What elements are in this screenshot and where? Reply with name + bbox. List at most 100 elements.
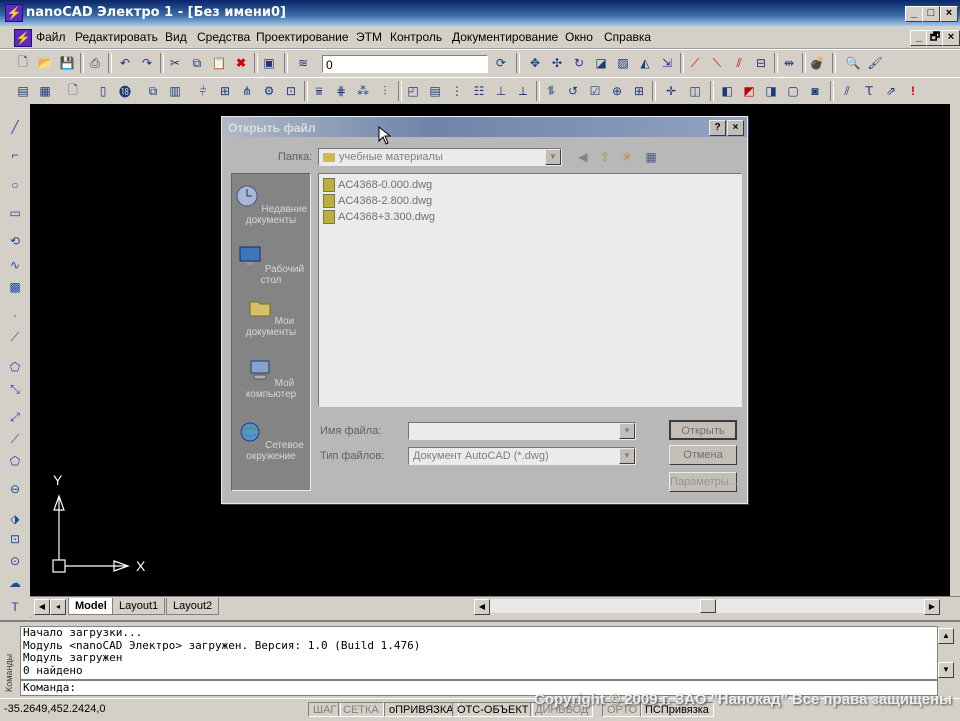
menu-window[interactable]: Окно	[565, 30, 593, 44]
doc-close-button[interactable]: ×	[942, 30, 960, 46]
chevron-down-icon[interactable]: ▼	[619, 448, 635, 464]
copy-block-icon[interactable]: ⧉	[144, 82, 162, 100]
menu-view[interactable]: Вид	[165, 30, 187, 44]
tab-layout2[interactable]: Layout2	[166, 598, 220, 615]
chevron-down-icon[interactable]: ▼	[619, 423, 635, 439]
doc-menu-icon[interactable]: ⚡	[14, 29, 32, 47]
menu-tools[interactable]: Средства	[197, 30, 250, 44]
cut-icon[interactable]: ✂	[166, 54, 184, 72]
document-icon[interactable]: 🗋	[64, 82, 82, 100]
open-file-icon[interactable]: 📂	[36, 54, 54, 72]
file-item[interactable]: AC4368-0.000.dwg	[323, 178, 432, 192]
delete-icon[interactable]: ✖	[232, 54, 250, 72]
menu-help[interactable]: Справка	[604, 30, 651, 44]
measure-icon[interactable]: ⤡	[6, 380, 24, 398]
cancel-button[interactable]: Отмена	[669, 445, 737, 465]
layers-icon[interactable]: ≋	[294, 54, 312, 72]
attribute-icon[interactable]: ⊙	[6, 552, 24, 570]
redo-icon[interactable]: ↷	[138, 54, 156, 72]
filetype-select[interactable]: Документ AutoCAD (*.dwg) ▼	[408, 447, 636, 465]
zoom-extents-icon[interactable]: ⊞	[630, 82, 648, 100]
dialog-help-button[interactable]: ?	[709, 120, 726, 136]
file-item[interactable]: AC4368+3.300.dwg	[323, 210, 435, 224]
xline-icon[interactable]: ⤢	[6, 408, 24, 426]
panel-icon[interactable]: ⊡	[282, 82, 300, 100]
tray-icon[interactable]: ⊥	[492, 82, 510, 100]
move-icon[interactable]: ✥	[526, 54, 544, 72]
cable-icon[interactable]: ⫩	[194, 82, 212, 100]
schema-icon[interactable]: ◰	[404, 82, 422, 100]
refresh-icon[interactable]: ↺	[564, 82, 582, 100]
zoom-window-icon[interactable]: ⊕	[608, 82, 626, 100]
cable-journal-icon[interactable]: ☷	[470, 82, 488, 100]
trim-icon[interactable]: ⟋	[686, 54, 704, 72]
osnap-toggle[interactable]: оПРИВЯЗКА	[384, 702, 459, 717]
cloud-icon[interactable]: ☁	[6, 574, 24, 592]
tab-model[interactable]: Model	[68, 598, 114, 615]
lineweight-icon[interactable]: ◨	[762, 82, 780, 100]
hscroll-left-button[interactable]: ◀	[474, 599, 490, 615]
otrack-toggle[interactable]: ОТС-ОБЪЕКТ	[452, 702, 534, 717]
save-icon[interactable]: 💾	[58, 54, 76, 72]
file-item[interactable]: AC4368-2.800.dwg	[323, 194, 432, 208]
snap-icon[interactable]: ✛	[662, 82, 680, 100]
place-network[interactable]: Сетевое окружение	[232, 420, 310, 462]
match-properties-icon[interactable]: 🖌	[866, 54, 884, 72]
mirror-icon[interactable]: ◭	[636, 54, 654, 72]
report-icon[interactable]: ▯	[94, 82, 112, 100]
block-icon[interactable]: ▥	[166, 82, 184, 100]
multi-icon[interactable]: ⋮	[448, 82, 466, 100]
ray-icon[interactable]: ⟋	[6, 328, 24, 346]
hatch-icon[interactable]: ▨	[614, 54, 632, 72]
frame-icon[interactable]: ▢	[784, 82, 802, 100]
menu-file[interactable]: Файл	[36, 30, 66, 44]
paste-icon[interactable]: 📋	[210, 54, 228, 72]
point-icon[interactable]: ·	[6, 306, 24, 324]
place-desktop[interactable]: Рабочий стол	[232, 244, 310, 286]
route-icon[interactable]: ⥮	[542, 82, 560, 100]
hatch-draw-icon[interactable]: ▩	[6, 278, 24, 296]
find-icon[interactable]: 🔍	[844, 54, 862, 72]
log-scroll-up-button[interactable]: ▲	[938, 628, 954, 644]
tab-layout1[interactable]: Layout1	[112, 598, 166, 615]
undo-icon[interactable]: ↶	[116, 54, 134, 72]
tab-prev-button[interactable]: ◂	[50, 599, 66, 615]
view-icon[interactable]: ◫	[686, 82, 704, 100]
region-icon[interactable]: ⬠	[6, 358, 24, 376]
canvas-vertical-scrollbar[interactable]	[950, 104, 960, 596]
arc-icon[interactable]: ⟲	[6, 232, 24, 250]
file-list[interactable]: AC4368-0.000.dwg AC4368-2.800.dwg AC4368…	[318, 173, 742, 407]
menu-control[interactable]: Контроль	[390, 30, 442, 44]
polyline-icon[interactable]: ⌐	[6, 146, 24, 164]
parameters-button[interactable]: Параметры...	[669, 472, 738, 492]
project-tree-icon[interactable]: ▤	[14, 82, 32, 100]
snap-toggle[interactable]: ШАГ	[308, 702, 342, 717]
fill-icon[interactable]: ◙	[806, 82, 824, 100]
text-style-icon[interactable]: Ꚍ	[860, 82, 878, 100]
spline-icon[interactable]: ∿	[6, 256, 24, 274]
break-icon[interactable]: ⫽	[730, 54, 748, 72]
grid-icon[interactable]: ⁂	[354, 82, 372, 100]
bus-icon[interactable]: ⩸	[310, 82, 328, 100]
pan-icon[interactable]: ✣	[548, 54, 566, 72]
switchboard-icon[interactable]: ⫶	[376, 82, 394, 100]
dimension-icon[interactable]: ⟋	[6, 430, 24, 448]
scale-icon[interactable]: ◪	[592, 54, 610, 72]
filename-input[interactable]: ▼	[408, 422, 636, 440]
linetype-icon[interactable]: ◩	[740, 82, 758, 100]
brush-icon[interactable]: ⫽	[838, 82, 856, 100]
rectangle-icon[interactable]: ▭	[6, 204, 24, 222]
properties-icon[interactable]: ▣	[260, 54, 278, 72]
ellipse-icon[interactable]: ⊖	[6, 480, 24, 498]
grid-toggle[interactable]: СЕТКА	[338, 702, 384, 717]
maximize-button[interactable]: □	[922, 6, 940, 22]
tab-first-button[interactable]: ◀	[34, 599, 50, 615]
stretch-icon[interactable]: ⇲	[658, 54, 676, 72]
place-my-documents[interactable]: Мои документы	[232, 296, 310, 338]
open-button[interactable]: Открыть	[669, 420, 737, 440]
spec-icon[interactable]: ▤	[426, 82, 444, 100]
menu-etm[interactable]: ЭТМ	[356, 30, 382, 44]
connect-icon[interactable]: ⋔	[238, 82, 256, 100]
hscroll-right-button[interactable]: ▶	[924, 599, 940, 615]
check-icon[interactable]: ☑	[586, 82, 604, 100]
